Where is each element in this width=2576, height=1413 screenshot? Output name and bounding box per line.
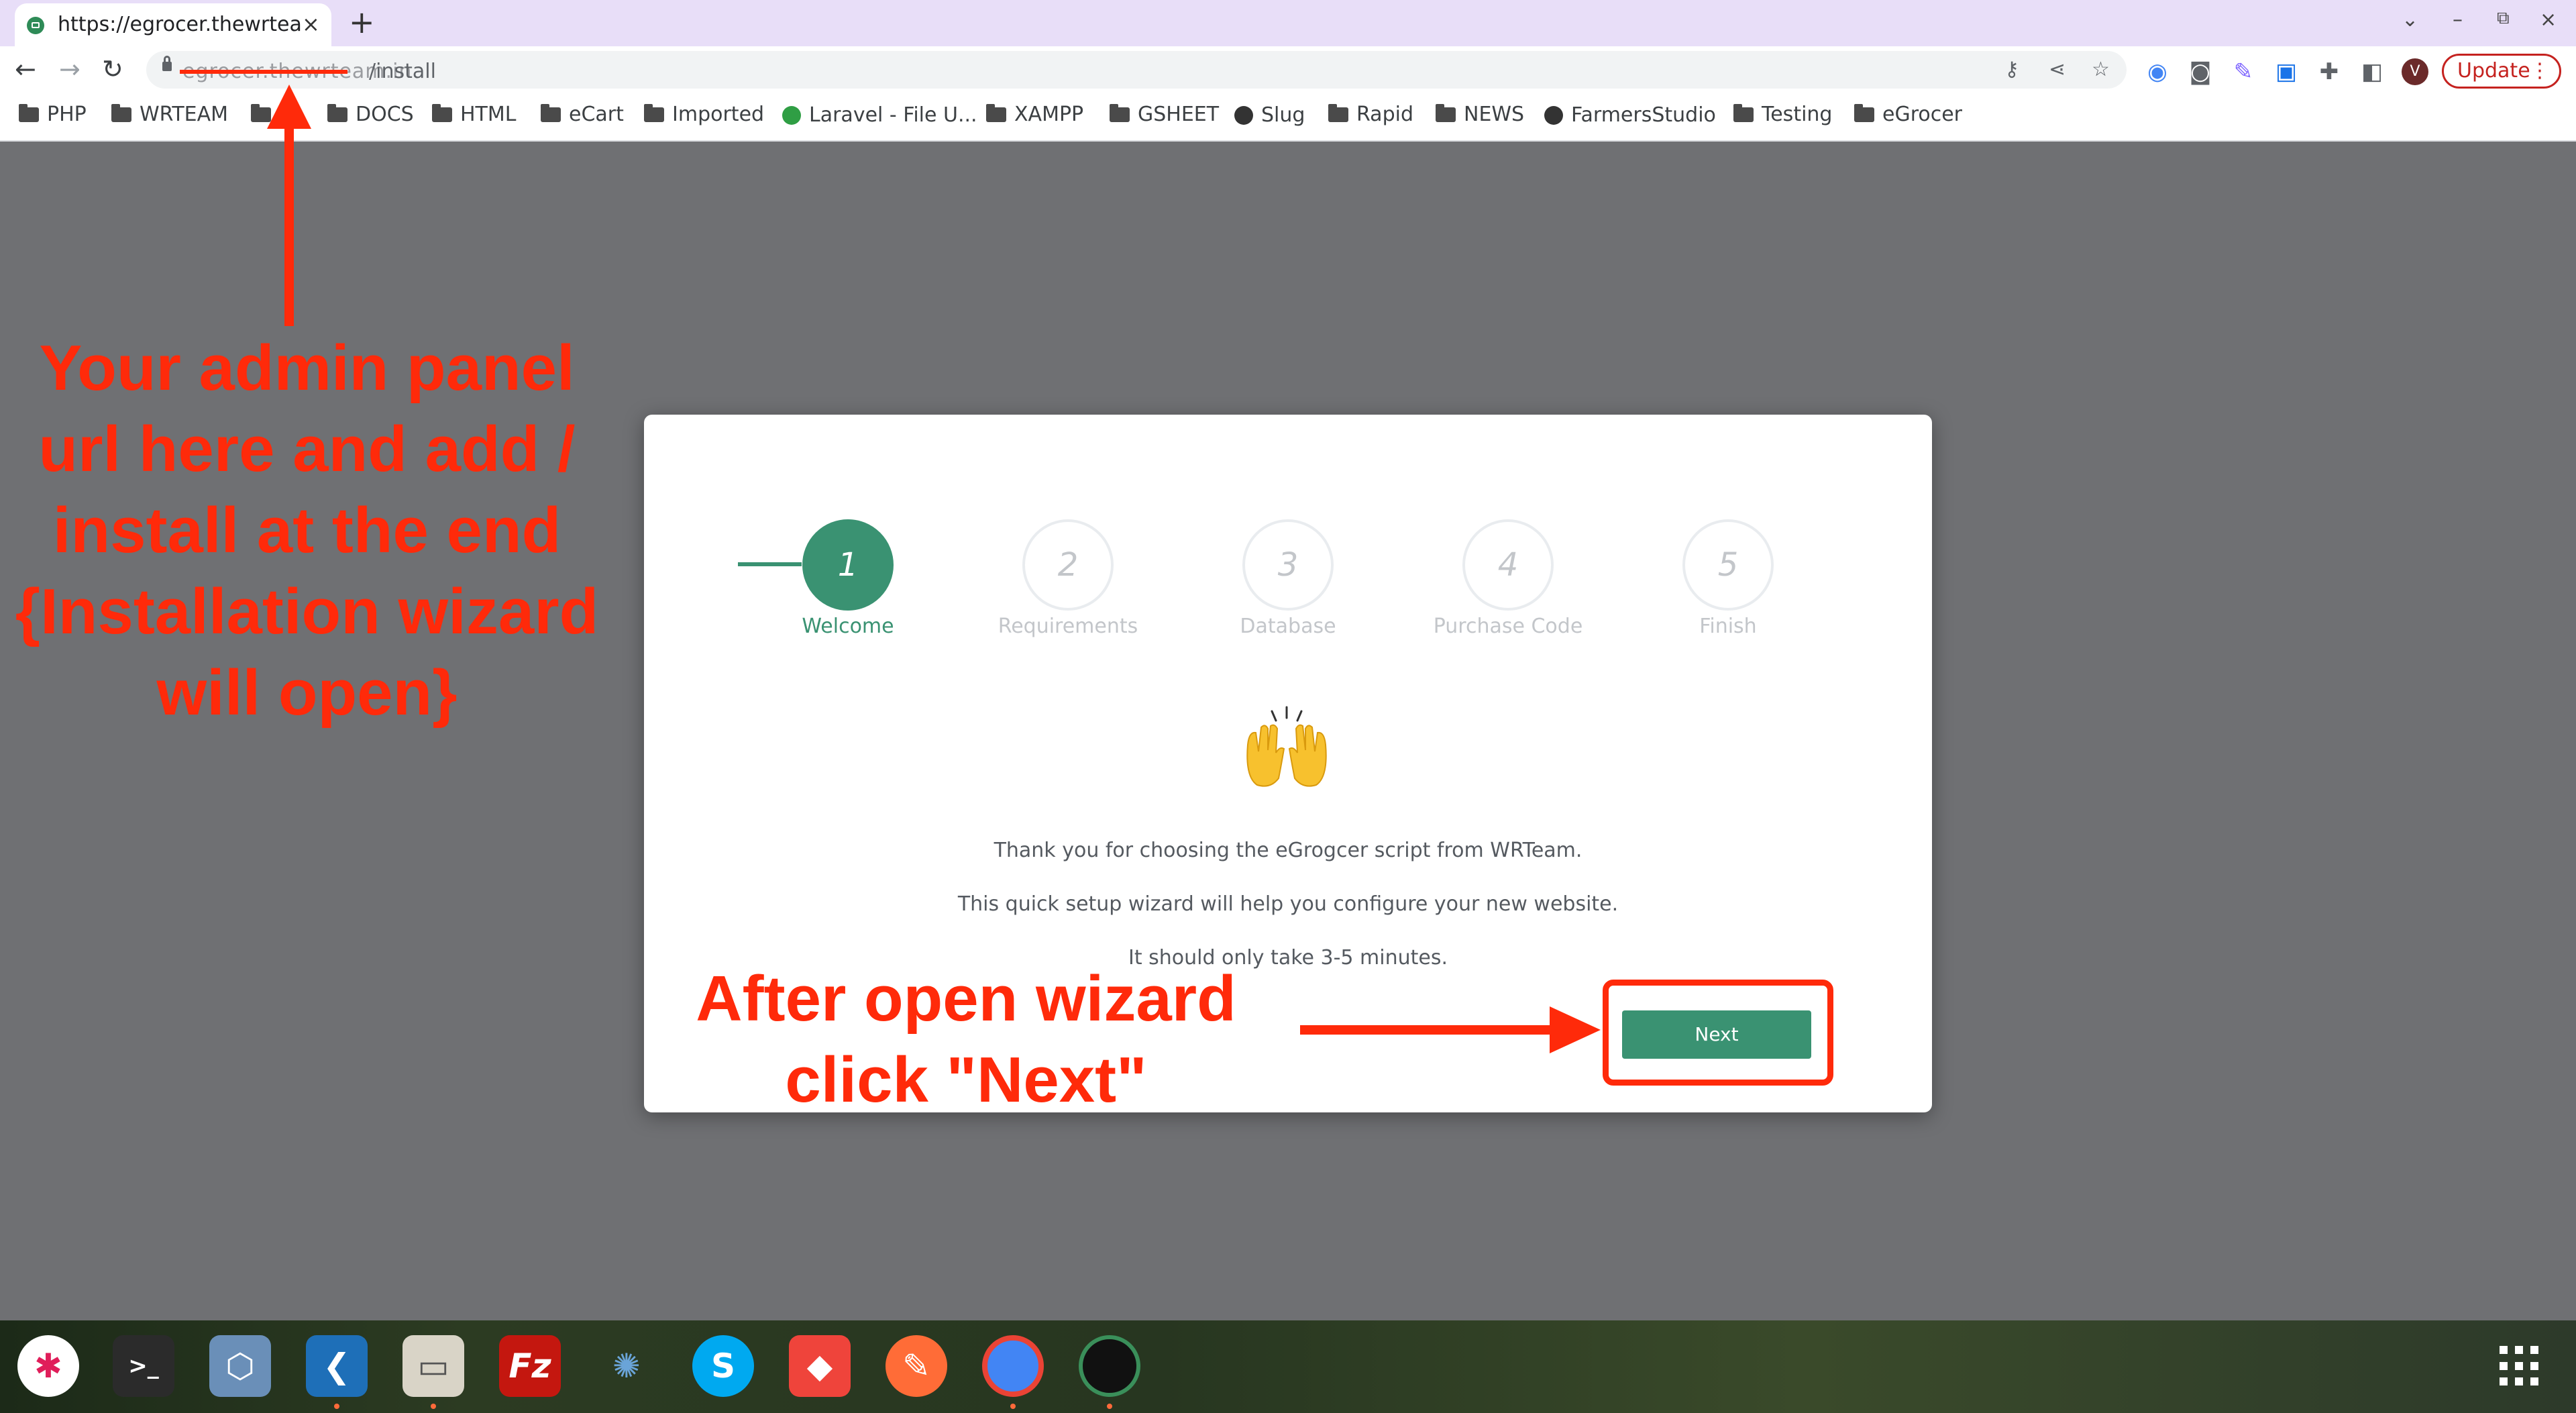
webcam-icon[interactable]	[1079, 1335, 1140, 1397]
menu-dots-icon[interactable]: ⋮	[2530, 56, 2550, 87]
step-4-circle: 4	[1462, 519, 1554, 611]
shutter-icon[interactable]: ✺	[596, 1335, 657, 1397]
step-3-circle: 3	[1242, 519, 1334, 611]
extension-color-icon[interactable]: ◉	[2144, 58, 2171, 85]
url-annotation-text: Your admin panel url here and add / inst…	[15, 332, 599, 729]
step-2-circle: 2	[1022, 519, 1114, 611]
folder-icon	[327, 104, 347, 122]
bookmark-docs[interactable]: DOCS	[327, 103, 414, 126]
step-4-label: Purchase Code	[1433, 615, 1583, 638]
bookmarks-bar: PHP WRTEAM DOCS HTML eCart Imported Lara…	[0, 93, 2576, 142]
slack-icon[interactable]: ✱	[17, 1335, 79, 1397]
bookmark-egrocer[interactable]: eGrocer	[1854, 103, 1962, 126]
bookmark-html[interactable]: HTML	[432, 103, 516, 126]
folder-icon	[986, 104, 1006, 122]
vscode-icon[interactable]: ❮	[306, 1335, 368, 1397]
step-5-circle: 5	[1682, 519, 1774, 611]
running-indicator	[1107, 1404, 1112, 1409]
forward-icon[interactable]: →	[59, 54, 80, 84]
folder-icon	[432, 104, 452, 122]
raising-hands-icon	[1246, 706, 1327, 787]
bookmark-testing[interactable]: Testing	[1733, 103, 1832, 126]
filezilla-icon[interactable]: Fz	[499, 1335, 561, 1397]
folder-icon	[111, 104, 131, 122]
bookmark-imported[interactable]: Imported	[644, 103, 764, 126]
folder-icon	[1436, 104, 1456, 122]
bookmark-news[interactable]: NEWS	[1436, 103, 1524, 126]
folder-icon	[541, 104, 561, 122]
url-path: /install	[369, 60, 436, 83]
step-1-label: Welcome	[802, 615, 894, 638]
running-indicator	[431, 1404, 436, 1409]
step-3-label: Database	[1240, 615, 1336, 638]
bookmark-ecart[interactable]: eCart	[541, 103, 624, 126]
share-icon[interactable]: ⋖	[2049, 58, 2065, 81]
globe-icon	[1544, 106, 1563, 125]
bookmark-star-icon[interactable]: ☆	[2092, 58, 2110, 81]
taskbar	[0, 1320, 2576, 1413]
globe-icon	[1234, 106, 1253, 125]
extension-camera-icon[interactable]: ◙	[2187, 58, 2214, 85]
tab-close-button[interactable]: ×	[302, 11, 320, 37]
annotation-arrow-right-head	[1550, 1006, 1601, 1053]
site-favicon-icon	[27, 17, 44, 34]
bookmark-php[interactable]: PHP	[19, 103, 87, 126]
annotation-arrow-right-shaft	[1300, 1025, 1555, 1035]
new-tab-button[interactable]: +	[349, 4, 375, 40]
restore-button[interactable]: ⧉	[2497, 8, 2510, 29]
step-1-circle: 1	[802, 519, 894, 611]
files-icon[interactable]: ▭	[402, 1335, 464, 1397]
profile-avatar[interactable]: V	[2402, 58, 2428, 85]
bookmark-laravel[interactable]: Laravel - File U...	[782, 103, 977, 127]
skype-icon[interactable]: S	[692, 1335, 754, 1397]
app-grid-icon[interactable]	[2500, 1346, 2540, 1386]
running-indicator	[1010, 1404, 1016, 1409]
folder-icon	[1328, 104, 1348, 122]
folder-icon	[1110, 104, 1130, 122]
step-5-label: Finish	[1699, 615, 1757, 638]
running-indicator	[334, 1404, 339, 1409]
reload-icon[interactable]: ↻	[102, 54, 123, 84]
minimize-button[interactable]: –	[2453, 8, 2463, 32]
side-panel-icon[interactable]: ◧	[2359, 58, 2385, 85]
folder-icon	[19, 104, 39, 122]
postman-icon[interactable]: ✎	[885, 1335, 947, 1397]
back-icon[interactable]: ←	[15, 54, 36, 84]
wizard-message-2: This quick setup wizard will help you co…	[957, 892, 1619, 916]
chrome-icon[interactable]	[982, 1335, 1044, 1397]
update-label: Update	[2457, 59, 2530, 83]
extension-pen-icon[interactable]: ✎	[2230, 58, 2257, 85]
extension-screen-icon[interactable]: ▣	[2273, 58, 2300, 85]
bookmark-slug[interactable]: Slug	[1234, 103, 1305, 127]
tab-bar: https://egrocer.thewrtea × + ⌄ – ⧉ ×	[0, 0, 2576, 46]
anydesk-icon[interactable]: ◆	[789, 1335, 851, 1397]
annotation-arrow-up-shaft	[284, 101, 294, 326]
wizard-message-1: Thank you for choosing the eGrogcer scri…	[994, 839, 1582, 862]
lock-icon[interactable]	[162, 56, 172, 71]
terminal-icon[interactable]: >_	[113, 1335, 174, 1397]
extensions-puzzle-icon[interactable]: ✚	[2316, 58, 2343, 85]
virtualbox-icon[interactable]: ⬡	[209, 1335, 271, 1397]
address-bar[interactable]: egrocer.thewrteam.in /install ⚷ ⋖ ☆	[146, 51, 2127, 89]
tab-title: https://egrocer.thewrtea	[58, 13, 302, 36]
update-button[interactable]: Update ⋮	[2442, 54, 2561, 89]
folder-icon	[1733, 104, 1754, 122]
next-highlight-box	[1603, 980, 1833, 1086]
step-2-label: Requirements	[998, 615, 1138, 638]
tab-search-icon[interactable]: ⌄	[2402, 8, 2418, 32]
bookmark-xampp[interactable]: XAMPP	[986, 103, 1083, 126]
bookmark-rapid[interactable]: Rapid	[1328, 103, 1413, 126]
window-close-button[interactable]: ×	[2540, 8, 2557, 32]
next-annotation-text: After open wizard click "Next"	[696, 963, 1236, 1116]
browser-tab[interactable]: https://egrocer.thewrtea ×	[15, 3, 331, 46]
folder-icon	[1854, 104, 1874, 122]
bookmark-gsheet[interactable]: GSHEET	[1110, 103, 1219, 126]
folder-icon	[644, 104, 664, 122]
laravel-leaf-icon	[782, 106, 801, 125]
url-redaction-mark	[180, 70, 347, 74]
bookmark-farmersstudio[interactable]: FarmersStudio	[1544, 103, 1716, 127]
key-icon[interactable]: ⚷	[2004, 58, 2019, 81]
bookmark-wrteam[interactable]: WRTEAM	[111, 103, 228, 126]
step-progress-line	[738, 562, 802, 566]
